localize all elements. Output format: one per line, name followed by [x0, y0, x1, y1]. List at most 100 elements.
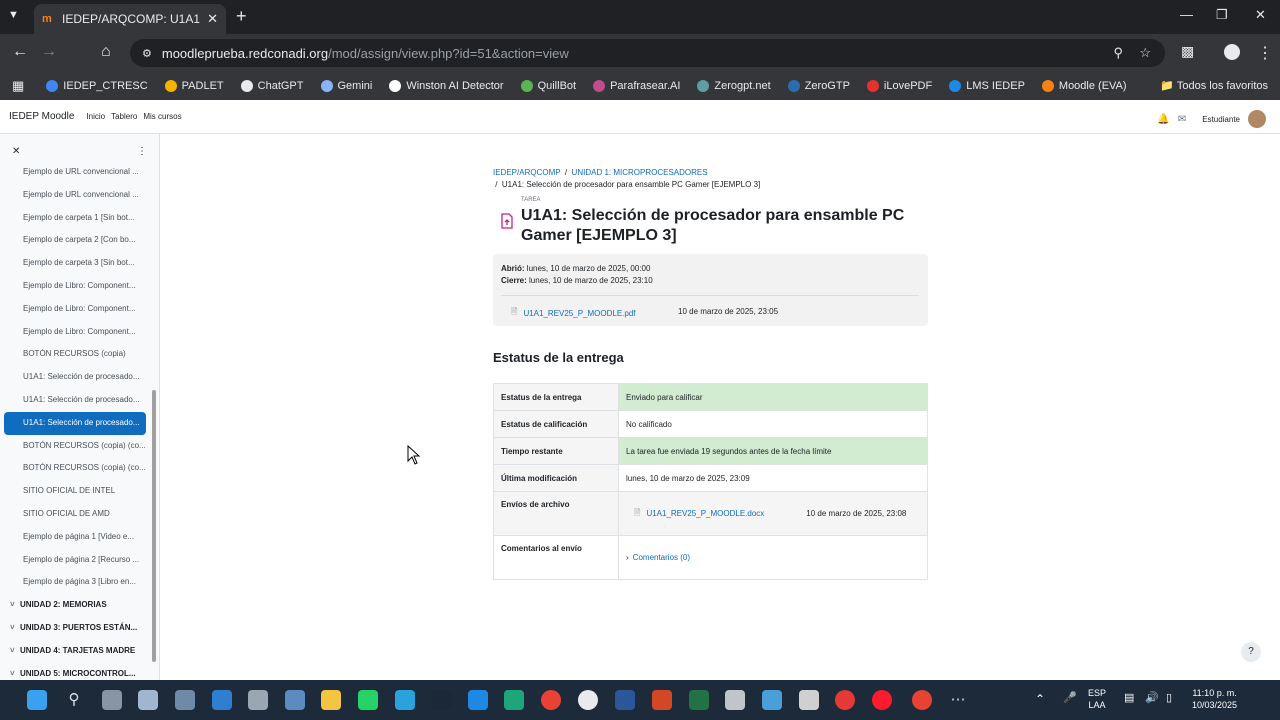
powerpoint-icon[interactable] [652, 690, 672, 710]
drawer-item[interactable]: U1A1: Selección de procesado... [0, 389, 150, 412]
record-icon[interactable] [835, 690, 855, 710]
whatsapp-icon[interactable] [358, 690, 378, 710]
bookmark-zerogtp[interactable]: ZeroGTP [787, 80, 850, 92]
network-icon[interactable]: ▤ [1124, 692, 1134, 704]
drawer-item[interactable]: BOTÓN RECURSOS (copia) (co... [0, 457, 150, 480]
drawer-item[interactable]: Ejemplo de Libro: Component... [0, 275, 150, 298]
chrome-icon[interactable] [912, 690, 932, 710]
more-icon[interactable]: ⋯ [948, 690, 968, 710]
drawer-item[interactable]: Ejemplo de Libro: Component... [0, 298, 150, 321]
bookmark-parafrasear[interactable]: Parafrasear.AI [593, 80, 680, 92]
volume-icon[interactable]: 🔊 [1145, 692, 1159, 704]
new-tab-icon[interactable]: + [236, 6, 247, 27]
folder-icon[interactable] [321, 690, 341, 710]
telegram-icon[interactable] [395, 690, 415, 710]
drawer-item[interactable]: Ejemplo de URL convencional ... [0, 184, 150, 207]
drawer-item[interactable]: BOTÓN RECURSOS (copia) (co... [0, 435, 150, 458]
forward-icon[interactable]: → [41, 43, 57, 61]
nav-inicio[interactable]: Inicio [86, 112, 105, 121]
drawer-item[interactable]: Ejemplo de carpeta 2 [Con bo... [0, 229, 150, 252]
bookmark-iedep-ctresc[interactable]: IEDEP_CTRESC [46, 80, 148, 92]
close-tab-icon[interactable]: ✕ [207, 11, 218, 27]
bookmark-lms-iedep[interactable]: LMS IEDEP [949, 80, 1025, 92]
back-icon[interactable]: ← [12, 43, 28, 61]
tab-search-icon[interactable]: ▼ [8, 9, 19, 21]
app-icon[interactable] [725, 690, 745, 710]
drawer-scrollbar[interactable] [152, 390, 156, 662]
drawer-item[interactable]: SITIO OFICIAL DE INTEL [0, 480, 150, 503]
steam-icon[interactable] [432, 690, 452, 710]
drawer-item[interactable]: Ejemplo de página 1 [Video e... [0, 526, 150, 549]
url-bar[interactable]: ⚙ moodleprueba.redconadi.org/mod/assign/… [130, 39, 1165, 67]
drawer-item[interactable]: Ejemplo de carpeta 3 [Sin bot... [0, 252, 150, 275]
bookmark-gemini[interactable]: Gemini [320, 80, 372, 92]
drawer-section[interactable]: ˅ UNIDAD 4: TARJETAS MADRE [0, 640, 150, 663]
app-icon[interactable] [248, 690, 268, 710]
messages-icon[interactable]: ✉ [1178, 114, 1186, 125]
bookmark-padlet[interactable]: PADLET [164, 80, 224, 92]
nav-tablero[interactable]: Tablero [111, 112, 137, 121]
opera-icon[interactable] [872, 690, 892, 710]
media-player-icon[interactable] [578, 690, 598, 710]
attachment-link[interactable]: U1A1_REV25_P_MOODLE.pdf [523, 309, 635, 318]
drawer-options-icon[interactable]: ⋮ [137, 146, 147, 157]
apps-icon[interactable]: ▦ [12, 78, 24, 94]
avatar[interactable] [1248, 110, 1266, 128]
bookmark-winston[interactable]: Winston AI Detector [389, 80, 504, 92]
settings-icon[interactable] [138, 690, 158, 710]
close-window-icon[interactable]: ✕ [1255, 7, 1266, 23]
drawer-item[interactable]: BOTÓN RECURSOS (copia) [0, 343, 150, 366]
photos-icon[interactable] [212, 690, 232, 710]
app-icon[interactable] [468, 690, 488, 710]
all-bookmarks[interactable]: 📁 Todos los favoritos [1160, 79, 1268, 92]
drawer-item[interactable]: Ejemplo de Libro: Component... [0, 321, 150, 344]
search-icon[interactable]: ⚲ [64, 690, 84, 710]
browser-tab[interactable]: m IEDEP/ARQCOMP: U1A1: Selecc ✕ [34, 4, 226, 34]
minimize-icon[interactable]: — [1180, 7, 1193, 22]
site-brand[interactable]: IEDEP Moodle [9, 111, 74, 122]
bookmark-star-icon[interactable]: ☆ [1139, 45, 1151, 61]
bookmark-ilovepdf[interactable]: iLovePDF [866, 80, 932, 92]
bookmark-chatgpt[interactable]: ChatGPT [240, 80, 304, 92]
clock[interactable]: 11:10 p. m. 10/03/2025 [1192, 687, 1237, 711]
language-indicator[interactable]: ESP LAA [1088, 687, 1106, 711]
nav-mis-cursos[interactable]: Mis cursos [143, 112, 181, 121]
submitted-file-link[interactable]: U1A1_REV25_P_MOODLE.docx [646, 509, 764, 518]
tray-chevron-icon[interactable]: ⌃ [1035, 693, 1045, 705]
zoom-icon[interactable]: ⚲ [1113, 45, 1123, 61]
comments-toggle[interactable]: › Comentarios (0) [626, 553, 690, 562]
drawer-section[interactable]: ˅ UNIDAD 3: PUERTOS ESTÁN... [0, 617, 150, 640]
bookmark-moodle-eva[interactable]: Moodle (EVA) [1041, 80, 1127, 92]
drawer-item[interactable]: Ejemplo de página 3 [Libro en... [0, 571, 150, 594]
site-info-icon[interactable]: ⚙ [142, 47, 152, 60]
drawer-item[interactable]: U1A1: Selección de procesado... [4, 411, 146, 435]
help-button[interactable]: ? [1241, 642, 1261, 662]
close-drawer-icon[interactable]: ✕ [12, 146, 20, 157]
breadcrumb-course[interactable]: IEDEP/ARQCOMP [493, 168, 560, 177]
chrome-icon[interactable] [541, 690, 561, 710]
profile-icon[interactable] [1224, 44, 1240, 60]
bookmark-zerogpt-net[interactable]: Zerogpt.net [697, 80, 771, 92]
word-icon[interactable] [615, 690, 635, 710]
app-icon[interactable] [762, 690, 782, 710]
drawer-item[interactable]: SITIO OFICIAL DE AMD [0, 503, 150, 526]
breadcrumb-unit[interactable]: UNIDAD 1: MICROPROCESADORES [572, 168, 708, 177]
file-explorer-icon[interactable] [102, 690, 122, 710]
menu-icon[interactable]: ⋮ [1257, 43, 1273, 63]
drawer-item[interactable]: Ejemplo de carpeta 1 [Sin bot... [0, 207, 150, 230]
drawer-item[interactable]: Ejemplo de página 2 [Recurso ... [0, 549, 150, 572]
battery-icon[interactable]: ▯ [1166, 692, 1172, 704]
drawer-item[interactable]: Ejemplo de URL convencional ... [0, 161, 150, 184]
microphone-icon[interactable]: 🎤 [1063, 692, 1077, 704]
app-icon[interactable] [799, 690, 819, 710]
app-icon[interactable] [175, 690, 195, 710]
excel-icon[interactable] [689, 690, 709, 710]
extensions-icon[interactable]: ▩ [1181, 43, 1194, 60]
home-icon[interactable]: ⌂ [101, 43, 111, 61]
drawer-section[interactable]: ˅ UNIDAD 5: MICROCONTROL... [0, 663, 150, 680]
app-icon[interactable] [504, 690, 524, 710]
drawer-section[interactable]: ˅ UNIDAD 2: MEMORIAS [0, 594, 150, 617]
drawer-item[interactable]: U1A1: Selección de procesado... [0, 366, 150, 389]
notifications-icon[interactable]: 🔔 [1157, 114, 1169, 125]
bookmark-quillbot[interactable]: QuillBot [520, 80, 576, 92]
